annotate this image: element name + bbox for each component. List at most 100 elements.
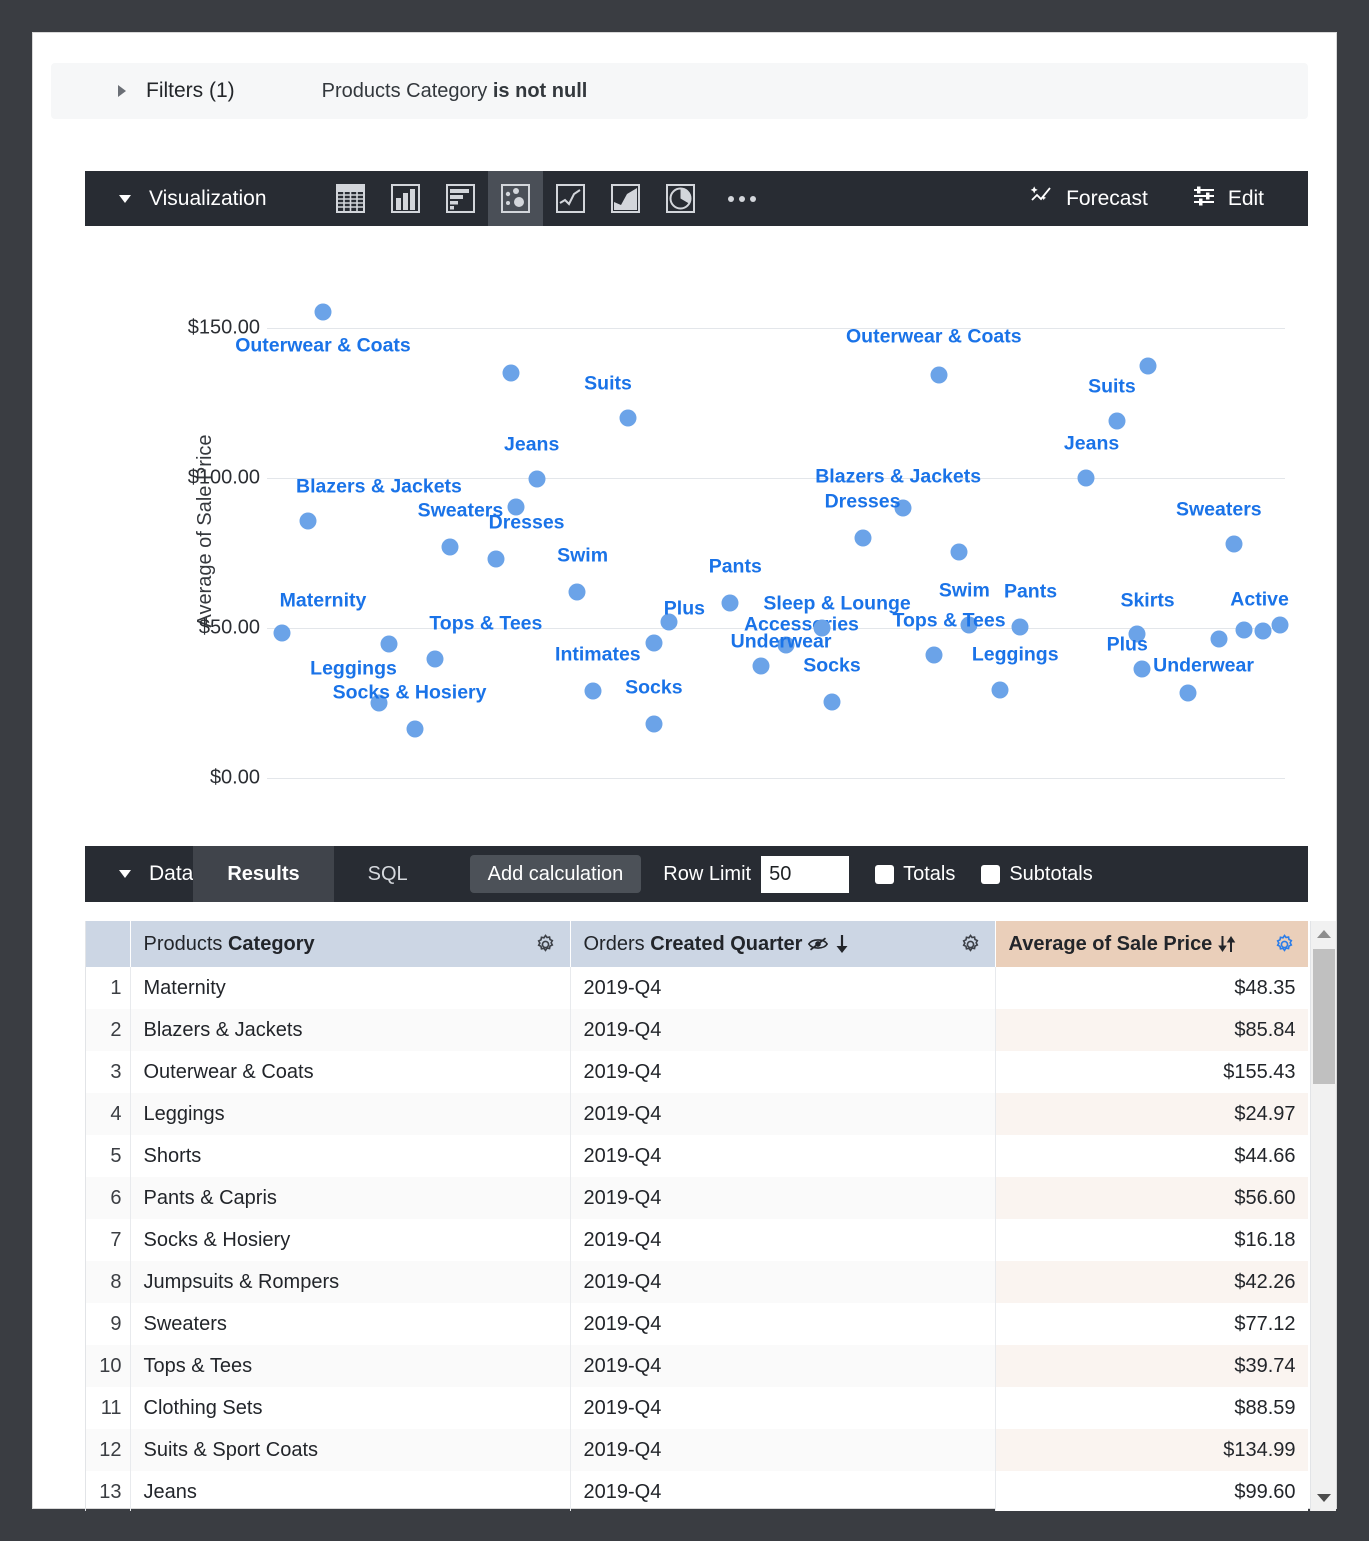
forecast-button[interactable]: Forecast	[1030, 185, 1148, 213]
scatter-point[interactable]	[1180, 684, 1197, 701]
scatter-point[interactable]	[314, 303, 331, 320]
scatter-chart-icon[interactable]	[488, 171, 543, 226]
more-visualizations-button[interactable]	[716, 180, 768, 218]
cell-products-category[interactable]: Sweaters	[130, 1303, 570, 1345]
scatter-point[interactable]	[1226, 536, 1243, 553]
scatter-point[interactable]	[1210, 630, 1227, 647]
cell-average-of-sale-price[interactable]: $56.60	[995, 1177, 1308, 1219]
scatter-point[interactable]	[1012, 618, 1029, 635]
cell-products-category[interactable]: Socks & Hosiery	[130, 1219, 570, 1261]
table-chart-icon[interactable]	[323, 171, 378, 226]
cell-products-category[interactable]: Leggings	[130, 1093, 570, 1135]
scatter-point[interactable]	[752, 657, 769, 674]
cell-orders-created-quarter[interactable]: 2019-Q4	[570, 1051, 995, 1093]
scrollbar-thumb[interactable]	[1313, 949, 1335, 1084]
cell-average-of-sale-price[interactable]: $99.60	[995, 1471, 1308, 1511]
scatter-point[interactable]	[951, 543, 968, 560]
edit-button[interactable]: Edit	[1192, 185, 1264, 213]
gear-icon[interactable]	[959, 933, 982, 956]
cell-orders-created-quarter[interactable]: 2019-Q4	[570, 1429, 995, 1471]
scatter-point[interactable]	[925, 647, 942, 664]
table-row[interactable]: 4Leggings2019-Q4$24.97	[86, 1093, 1308, 1135]
cell-products-category[interactable]: Jumpsuits & Rompers	[130, 1261, 570, 1303]
cell-average-of-sale-price[interactable]: $77.12	[995, 1303, 1308, 1345]
gear-icon[interactable]	[1273, 933, 1296, 956]
table-row[interactable]: 13Jeans2019-Q4$99.60	[86, 1471, 1308, 1511]
cell-orders-created-quarter[interactable]: 2019-Q4	[570, 1093, 995, 1135]
cell-average-of-sale-price[interactable]: $85.84	[995, 1009, 1308, 1051]
results-table-container[interactable]: Products Category Orders Created Qua	[85, 921, 1308, 1511]
cell-products-category[interactable]: Suits & Sport Coats	[130, 1429, 570, 1471]
scatter-point[interactable]	[508, 498, 525, 515]
chevron-down-icon[interactable]	[119, 195, 131, 203]
cell-orders-created-quarter[interactable]: 2019-Q4	[570, 1303, 995, 1345]
scatter-point[interactable]	[1271, 617, 1288, 634]
cell-products-category[interactable]: Maternity	[130, 967, 570, 1009]
table-row[interactable]: 9Sweaters2019-Q4$77.12	[86, 1303, 1308, 1345]
chevron-down-icon[interactable]	[119, 870, 131, 878]
cell-products-category[interactable]: Tops & Tees	[130, 1345, 570, 1387]
cell-orders-created-quarter[interactable]: 2019-Q4	[570, 1345, 995, 1387]
col-average-of-sale-price[interactable]: Average of Sale Price	[995, 921, 1308, 967]
sort-desc-arrow-icon[interactable]	[834, 933, 850, 955]
scatter-point[interactable]	[1109, 413, 1126, 430]
scatter-point[interactable]	[823, 693, 840, 710]
pie-chart-icon[interactable]	[653, 171, 708, 226]
col-products-category[interactable]: Products Category	[130, 921, 570, 967]
add-calculation-button[interactable]: Add calculation	[470, 855, 642, 893]
cell-orders-created-quarter[interactable]: 2019-Q4	[570, 967, 995, 1009]
line-chart-icon[interactable]	[543, 171, 598, 226]
scatter-point[interactable]	[930, 366, 947, 383]
cell-orders-created-quarter[interactable]: 2019-Q4	[570, 1261, 995, 1303]
cell-average-of-sale-price[interactable]: $16.18	[995, 1219, 1308, 1261]
scatter-point[interactable]	[1139, 357, 1156, 374]
scatter-point[interactable]	[569, 584, 586, 601]
scatter-point[interactable]	[991, 681, 1008, 698]
scatter-point[interactable]	[528, 471, 545, 488]
table-row[interactable]: 2Blazers & Jackets2019-Q4$85.84	[86, 1009, 1308, 1051]
scatter-point[interactable]	[381, 635, 398, 652]
table-row[interactable]: 5Shorts2019-Q4$44.66	[86, 1135, 1308, 1177]
cell-average-of-sale-price[interactable]: $39.74	[995, 1345, 1308, 1387]
cell-average-of-sale-price[interactable]: $88.59	[995, 1387, 1308, 1429]
cell-products-category[interactable]: Jeans	[130, 1471, 570, 1511]
bar-chart-icon[interactable]	[433, 171, 488, 226]
tab-sql[interactable]: SQL	[334, 846, 442, 902]
gear-icon[interactable]	[534, 933, 557, 956]
cell-average-of-sale-price[interactable]: $155.43	[995, 1051, 1308, 1093]
cell-orders-created-quarter[interactable]: 2019-Q4	[570, 1219, 995, 1261]
filters-bar[interactable]: Filters (1) Products Category is not nul…	[51, 63, 1308, 119]
cell-average-of-sale-price[interactable]: $134.99	[995, 1429, 1308, 1471]
scroll-up-arrow-icon[interactable]	[1311, 921, 1337, 947]
scroll-down-arrow-icon[interactable]	[1311, 1485, 1337, 1511]
cell-orders-created-quarter[interactable]: 2019-Q4	[570, 1135, 995, 1177]
scatter-point[interactable]	[1078, 470, 1095, 487]
scatter-point[interactable]	[1254, 623, 1271, 640]
table-row[interactable]: 7Socks & Hosiery2019-Q4$16.18	[86, 1219, 1308, 1261]
cell-orders-created-quarter[interactable]: 2019-Q4	[570, 1471, 995, 1511]
scatter-point[interactable]	[1236, 621, 1253, 638]
chevron-right-icon[interactable]	[118, 85, 126, 97]
table-row[interactable]: 12Suits & Sport Coats2019-Q4$134.99	[86, 1429, 1308, 1471]
scatter-point[interactable]	[722, 594, 739, 611]
column-chart-icon[interactable]	[378, 171, 433, 226]
sort-updown-arrows-icon[interactable]	[1218, 933, 1236, 955]
cell-average-of-sale-price[interactable]: $24.97	[995, 1093, 1308, 1135]
table-row[interactable]: 3Outerwear & Coats2019-Q4$155.43	[86, 1051, 1308, 1093]
cell-average-of-sale-price[interactable]: $48.35	[995, 967, 1308, 1009]
cell-products-category[interactable]: Clothing Sets	[130, 1387, 570, 1429]
scatter-point[interactable]	[854, 530, 871, 547]
scatter-point[interactable]	[584, 683, 601, 700]
scatter-point[interactable]	[645, 635, 662, 652]
table-scrollbar[interactable]	[1310, 921, 1336, 1511]
col-orders-created-quarter[interactable]: Orders Created Quarter	[570, 921, 995, 967]
table-row[interactable]: 11Clothing Sets2019-Q4$88.59	[86, 1387, 1308, 1429]
table-row[interactable]: 1Maternity2019-Q4$48.35	[86, 967, 1308, 1009]
scatter-point[interactable]	[406, 721, 423, 738]
cell-products-category[interactable]: Shorts	[130, 1135, 570, 1177]
scatter-point[interactable]	[620, 410, 637, 427]
scatter-point[interactable]	[645, 716, 662, 733]
table-row[interactable]: 6Pants & Capris2019-Q4$56.60	[86, 1177, 1308, 1219]
scatter-point[interactable]	[488, 551, 505, 568]
scatter-point[interactable]	[442, 538, 459, 555]
